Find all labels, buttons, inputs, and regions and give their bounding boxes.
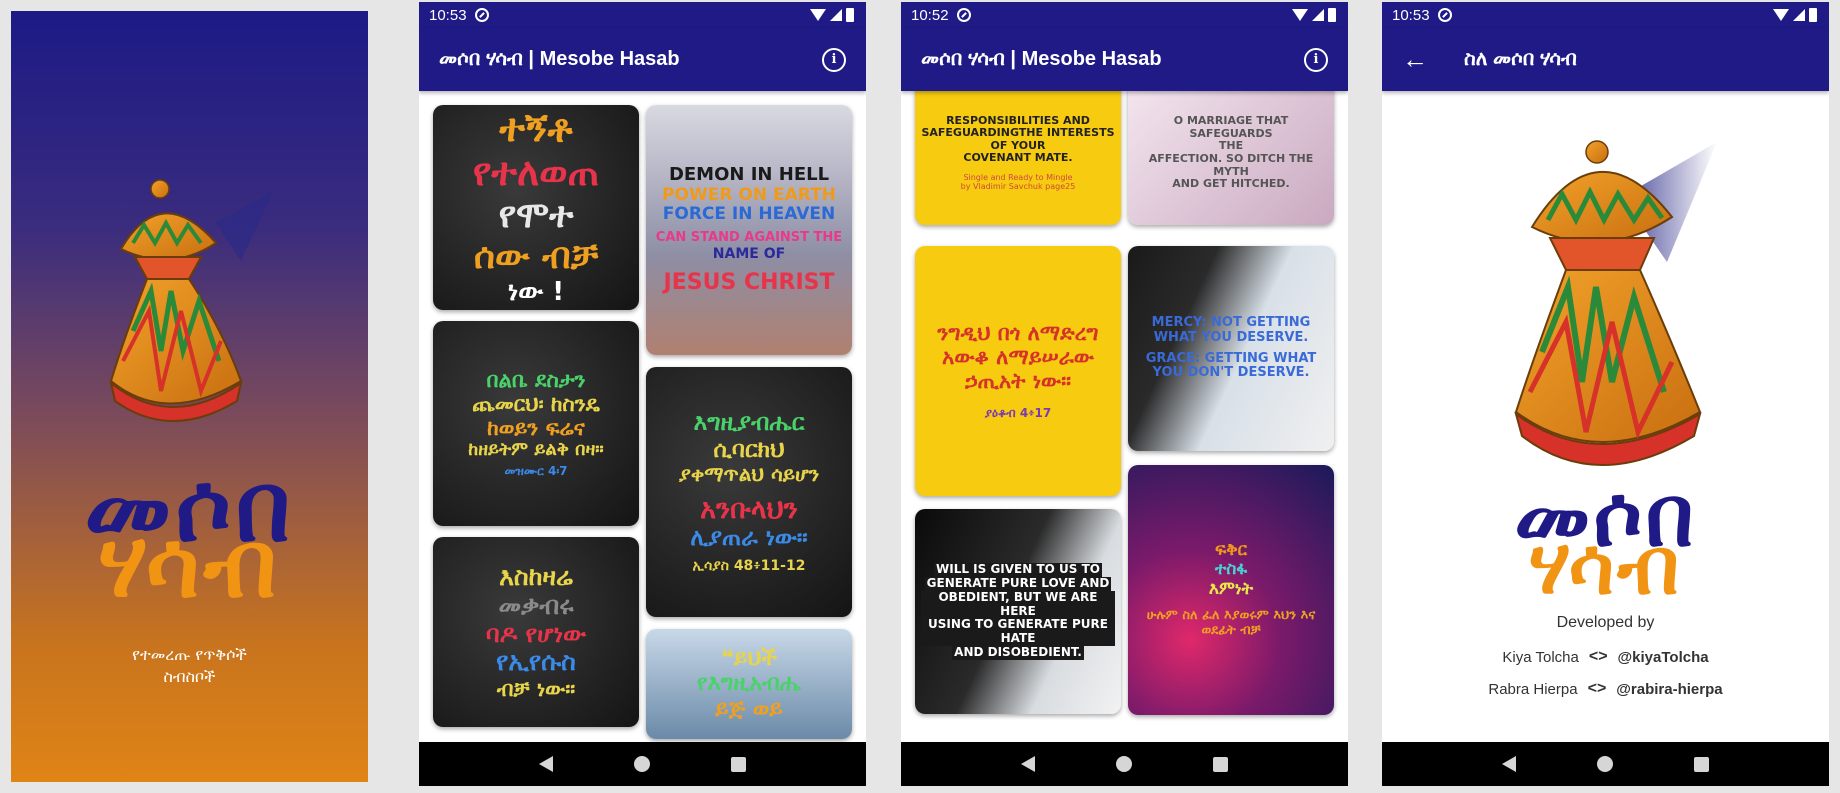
app-bar: ← ስለ መሶበ ሃሳብ [1382,28,1829,91]
quote-card[interactable]: MERCY: NOT GETTING WHAT YOU DESERVE. GRA… [1128,246,1334,451]
do-not-disturb-icon [474,8,489,22]
quote-card[interactable]: ❝ይህች የእግዚአብሔ ይጅ ወይ [646,629,852,739]
developer-name: Kiya Tolcha [1502,648,1579,666]
status-time: 10:53 [1392,6,1430,24]
developer-row: Rabra Hierpa <> @rabira-hierpa [1382,680,1829,698]
quote-card[interactable]: ተኝቶ የተለወጠ የሞተ ሰው ብቻ ነው ! [433,105,639,310]
status-time: 10:52 [911,6,949,24]
nav-home-icon[interactable] [633,756,650,772]
status-time: 10:53 [429,6,467,24]
signal-icon [1312,9,1324,21]
status-bar: 10:53 [1382,2,1829,28]
quote-grid[interactable]: RESPONSIBILITIES AND SAFEGUARDINGTHE INT… [901,91,1348,742]
app-bar: መሶበ ሃሳብ | Mesobe Hasab i [419,28,866,91]
splash-screen: መሶበ ሃሳብ የተመረጡ የጥቅሶች ስብስቦች [11,11,368,782]
do-not-disturb-icon [1437,8,1452,22]
splash-subtitle: የተመረጡ የጥቅሶች ስብስቦች [11,644,368,689]
nav-home-icon[interactable] [1115,756,1132,772]
developed-by-label: Developed by [1556,614,1655,631]
quote-card[interactable]: RESPONSIBILITIES AND SAFEGUARDINGTHE INT… [915,91,1121,225]
app-title: መሶበ ሃሳብ | Mesobe Hasab [921,48,1162,70]
quote-card[interactable]: እስከዛሬ መቃብሩ ባዶ የሆነው የኢየሱስ ብቻ ነው። [433,537,639,727]
nav-back-icon[interactable] [539,756,554,772]
nav-recents-icon[interactable] [730,756,746,772]
wifi-icon [1292,9,1308,21]
developer-handle-link[interactable]: @kiyaTolcha [1618,649,1709,666]
quote-card[interactable]: እግዚያብሔር ሲባርክህ ያቀማጥልህ ሳይሆን አንቡላህን ሊያጠራ ነው… [646,367,852,617]
nav-back-icon[interactable] [1021,756,1036,772]
battery-icon [846,8,854,22]
splash-title-line2: ሃሳብ [98,511,281,618]
do-not-disturb-icon [956,8,971,22]
splash-subtitle-line1: የተመረጡ የጥቅሶች [132,645,247,664]
splash-subtitle-line2: ስብስቦች [163,667,216,687]
wifi-icon [1773,9,1789,21]
developer-row: Kiya Tolcha <> @kiyaTolcha [1382,648,1829,666]
code-icon: <> [1588,648,1608,665]
feed-screen-2: 10:52 መሶበ ሃሳብ | Mesobe Hasab i RESPONSIB… [901,2,1348,786]
nav-bar [419,742,866,786]
mesob-basket-logo [1514,140,1717,466]
signal-icon [1793,9,1805,21]
nav-recents-icon[interactable] [1693,756,1709,772]
app-title: መሶበ ሃሳብ | Mesobe Hasab [439,48,680,70]
quote-card[interactable]: DEMON IN HELL POWER ON EARTH FORCE IN HE… [646,105,852,355]
about-screen: 10:53 ← ስለ መሶበ ሃሳብ መሶበ ሃሳብ Developed by … [1382,2,1829,786]
quote-grid[interactable]: ተኝቶ የተለወጠ የሞተ ሰው ብቻ ነው ! DEMON IN HELL P… [419,91,866,742]
nav-home-icon[interactable] [1596,756,1613,772]
status-bar: 10:53 [419,2,866,28]
app-bar: መሶበ ሃሳብ | Mesobe Hasab i [901,28,1348,91]
quote-card[interactable]: በልቤ ደስታን ጨመርህ፡ ከስንዴ ከወይን ፍሬና ከዘይትም ይልቅ በ… [433,321,639,526]
quote-card[interactable]: O MARRIAGE THAT SAFEGUARDS THE AFFECTION… [1128,91,1334,225]
nav-back-icon[interactable] [1502,756,1517,772]
signal-icon [830,9,842,21]
code-icon: <> [1587,680,1607,697]
wifi-icon [810,9,826,21]
quote-card[interactable]: ፍቅር ተስፋ እምነት ሁሉም ስለ ፈለ እያወሩም እህን እና ወደፊት… [1128,465,1334,715]
quote-card[interactable]: ንግዲህ በጎ ለማድረግ አውቆ ለማይሠራው ኃጢአት ነው። ያዕቆብ 4… [915,246,1121,496]
battery-icon [1328,8,1336,22]
quote-card[interactable]: WILL IS GIVEN TO US TO GENERATE PURE LOV… [915,509,1121,714]
developer-handle-link[interactable]: @rabira-hierpa [1616,681,1722,698]
about-title: ስለ መሶበ ሃሳብ [1464,48,1577,70]
nav-bar [901,742,1348,786]
nav-bar [1382,742,1829,786]
status-bar: 10:52 [901,2,1348,28]
feed-screen-1: 10:53 መሶበ ሃሳብ | Mesobe Hasab i ተኝቶ የተለወጠ… [419,2,866,786]
about-logo-line2: ሃሳብ [1528,522,1683,612]
info-icon[interactable]: i [822,47,846,72]
battery-icon [1809,8,1817,22]
back-arrow-icon[interactable]: ← [1402,44,1428,75]
nav-recents-icon[interactable] [1212,756,1228,772]
developer-name: Rabra Hierpa [1488,680,1578,698]
info-icon[interactable]: i [1304,47,1328,72]
